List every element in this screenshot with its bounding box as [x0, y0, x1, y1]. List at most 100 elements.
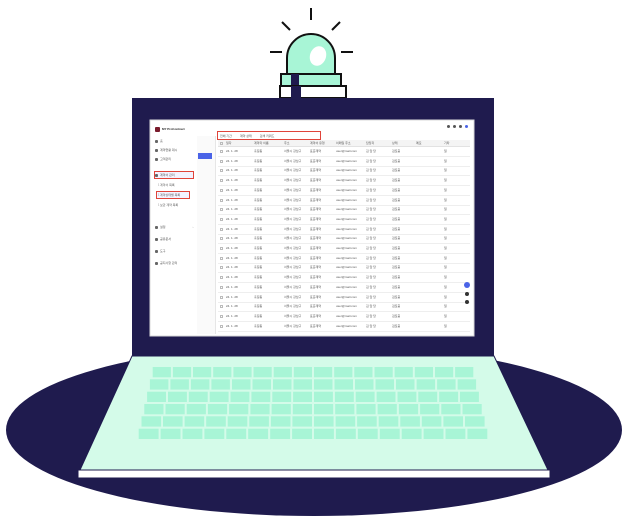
table-cell: 24. 1. 28: [226, 323, 238, 328]
row-checkbox[interactable]: [220, 217, 223, 221]
sidebar-item-contracts[interactable]: 계약서 관리: [154, 171, 194, 179]
sidebar-item-dashboard[interactable]: 계약현황 대시: [155, 147, 177, 153]
row-checkbox[interactable]: [220, 208, 223, 212]
row-checkbox[interactable]: [220, 324, 223, 328]
table-row[interactable]: 24. 1. 28 홍길동 서울시 강남구 표준계약 user@mail.com 김 담 …: [218, 234, 470, 245]
table-row[interactable]: 24. 1. 28 홍길동 서울시 강남구 표준계약 user@mail.com 김 담 …: [218, 147, 470, 157]
user-avatar-icon[interactable]: [465, 125, 468, 128]
row-checkbox[interactable]: [220, 227, 223, 231]
sidebar-subitem-list[interactable]: └ 계약서 목록: [157, 182, 175, 188]
help-icon[interactable]: [459, 125, 462, 128]
table-cell: 24. 1. 28: [226, 236, 238, 241]
row-checkbox[interactable]: [220, 305, 223, 309]
row-checkbox[interactable]: [220, 150, 223, 153]
column-header[interactable]: 계약자 이름: [254, 140, 269, 146]
sidebar-item-tools[interactable]: 도구: [155, 248, 166, 254]
keyboard-key: [206, 416, 226, 427]
keyboard-key: [249, 416, 269, 427]
keyboard-key: [416, 379, 436, 390]
table-row[interactable]: 24. 1. 28 홍길동 서울시 강남구 표준계약 user@mail.com 김 담 …: [218, 176, 470, 187]
sidebar-item-notices[interactable]: 공지사항 관리: [155, 260, 177, 266]
table-row[interactable]: 24. 1. 28 홍길동 서울시 강남구 표준계약 user@mail.com 김 담 …: [218, 215, 470, 225]
sidebar-item-customers[interactable]: 고객관리: [155, 156, 171, 162]
column-header[interactable]: 계약서 유형: [310, 140, 325, 146]
settings-icon[interactable]: [453, 125, 456, 128]
table-cell: 김 담 당: [366, 149, 376, 153]
row-checkbox[interactable]: [220, 256, 223, 260]
sidebar-subitem-archive[interactable]: └ 보관 계약 목록: [157, 202, 178, 208]
bell-icon[interactable]: [447, 125, 450, 128]
table-cell: 홍길동: [254, 178, 263, 183]
row-checkbox[interactable]: [220, 198, 223, 202]
keyboard-key: [334, 367, 353, 378]
select-all-checkbox[interactable]: [220, 141, 223, 145]
table-row[interactable]: 24. 1. 28 홍길동 서울시 강남구 표준계약 user@mail.com 김 담 …: [218, 273, 470, 284]
table-cell: 김 담 당: [366, 207, 376, 212]
keyboard-key: [292, 404, 312, 415]
table-cell: 검토중: [392, 323, 401, 328]
keyboard-key: [209, 391, 229, 402]
table-row[interactable]: 24. 1. 28 홍길동 서울시 강남구 표준계약 user@mail.com 김 담 …: [218, 263, 470, 274]
table-cell: 일: [444, 197, 447, 202]
row-checkbox[interactable]: [220, 295, 223, 299]
table-row[interactable]: 24. 1. 28 홍길동 서울시 강남구 표준계약 user@mail.com 김 담 …: [218, 196, 470, 206]
table-cell: 일: [444, 178, 447, 183]
table-cell: 홍길동: [254, 246, 263, 250]
table-row[interactable]: 24. 1. 28 홍길동 서울시 강남구 표준계약 user@mail.com 김 담 …: [218, 186, 470, 196]
table-row[interactable]: 24. 1. 28 홍길동 서울시 강남구 표준계약 user@mail.com 김 담 …: [218, 302, 470, 313]
table-row[interactable]: 24. 1. 28 홍길동 서울시 강남구 표준계약 user@mail.com 김 담 …: [218, 312, 470, 322]
row-checkbox[interactable]: [220, 188, 223, 192]
column-header[interactable]: 이메일 주소: [336, 140, 351, 146]
row-checkbox[interactable]: [220, 247, 223, 250]
table-cell: 검토중: [392, 304, 401, 309]
table-row[interactable]: 24. 1. 28 홍길동 서울시 강남구 표준계약 user@mail.com 김 담 …: [218, 283, 470, 293]
row-checkbox[interactable]: [220, 179, 223, 183]
filter-keyword[interactable]: 검색 키워드: [260, 134, 275, 138]
table-row[interactable]: 24. 1. 28 홍길동 서울시 강남구 표준계약 user@mail.com 김 담 …: [218, 244, 470, 254]
sidebar-item-settings[interactable]: 설정 ›: [155, 224, 194, 230]
table-cell: 서울시 강남구: [284, 158, 302, 163]
secondary-panel: [197, 136, 216, 334]
table-row[interactable]: 24. 1. 28 홍길동 서울시 강남구 표준계약 user@mail.com 김 담 …: [218, 293, 470, 303]
row-checkbox[interactable]: [220, 314, 223, 318]
table-row[interactable]: 24. 1. 28 홍길동 서울시 강남구 표준계약 user@mail.com 김 담 …: [218, 205, 470, 216]
column-header[interactable]: 상태: [392, 140, 398, 146]
row-checkbox[interactable]: [220, 266, 223, 270]
table-cell: 검토중: [392, 207, 401, 212]
table-cell: 홍길동: [254, 226, 263, 231]
column-header[interactable]: 일자: [226, 140, 232, 146]
scroll-bottom-button[interactable]: [465, 300, 469, 304]
row-checkbox[interactable]: [220, 159, 223, 163]
row-checkbox[interactable]: [220, 237, 223, 241]
table-cell: 홍길동: [254, 216, 263, 221]
sidebar-subitem-by-status[interactable]: └ 계약상태별 목록: [156, 191, 190, 199]
filter-status[interactable]: 계약 상태: [240, 134, 252, 138]
keyboard-key: [163, 416, 183, 427]
table-row[interactable]: 24. 1. 28 홍길동 서울시 강남구 표준계약 user@mail.com 김 담 …: [218, 166, 470, 177]
keyboard-key: [314, 416, 334, 427]
table-row[interactable]: 24. 1. 28 홍길동 서울시 강남구 표준계약 user@mail.com 김 담 …: [218, 157, 470, 167]
chat-button[interactable]: [464, 282, 470, 288]
table-cell: 일: [444, 168, 447, 173]
keyboard-key: [248, 428, 269, 439]
table-row[interactable]: 24. 1. 28 홍길동 서울시 강남구 표준계약 user@mail.com 김 담 …: [218, 225, 470, 235]
table-cell: 검토중: [392, 246, 401, 250]
table-cell: 서울시 강남구: [284, 226, 302, 231]
column-header[interactable]: 기타: [444, 140, 450, 146]
keyboard-key: [250, 404, 270, 415]
column-header[interactable]: 메모: [416, 140, 422, 146]
filter-period[interactable]: 전체 기간: [220, 134, 232, 138]
table-cell: 김 담 당: [366, 284, 376, 289]
sidebar-item-home[interactable]: 홈: [155, 138, 163, 144]
keyboard-key: [184, 416, 205, 427]
row-checkbox[interactable]: [220, 285, 223, 289]
scroll-top-button[interactable]: [465, 292, 469, 296]
row-checkbox[interactable]: [220, 276, 223, 280]
sidebar-item-shared[interactable]: 공유문서: [155, 236, 171, 242]
column-header[interactable]: 주소: [284, 140, 290, 146]
table-row[interactable]: 24. 1. 28 홍길동 서울시 강남구 표준계약 user@mail.com 김 담 …: [218, 254, 470, 264]
row-checkbox[interactable]: [220, 169, 223, 173]
table-row[interactable]: 24. 1. 28 홍길동 서울시 강남구 표준계약 user@mail.com 김 담 …: [218, 322, 470, 332]
column-header[interactable]: 담당자: [366, 140, 374, 146]
table-cell: 표준계약: [310, 246, 322, 250]
